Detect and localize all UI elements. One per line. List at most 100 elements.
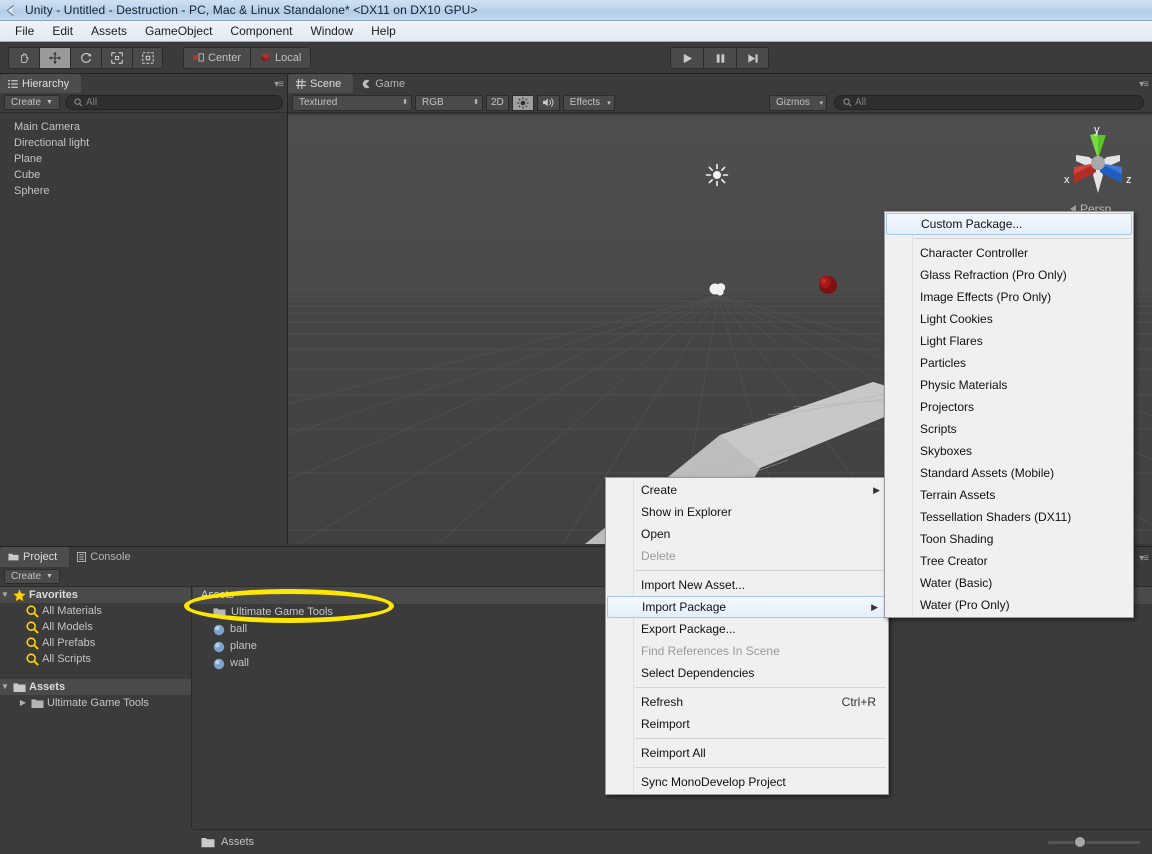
import-item-tessellation-shaders[interactable]: Tessellation Shaders (DX11)	[885, 506, 1133, 528]
context-item-show-in-explorer[interactable]: Show in Explorer	[606, 501, 888, 523]
rotate-tool-button[interactable]	[70, 46, 101, 69]
hierarchy-search-input[interactable]: All	[64, 95, 283, 110]
scene-tabrow: Scene Game ▾≡	[288, 74, 1152, 93]
gizmo-x-label: x	[1064, 174, 1070, 186]
import-item-glass-refraction[interactable]: Glass Refraction (Pro Only)	[885, 264, 1133, 286]
import-item-scripts[interactable]: Scripts	[885, 418, 1133, 440]
tab-scene[interactable]: Scene	[288, 74, 354, 93]
pause-button[interactable]	[703, 47, 736, 69]
move-tool-button[interactable]	[39, 46, 70, 69]
audio-icon	[542, 98, 554, 107]
favorite-all-prefabs[interactable]: All Prefabs	[0, 635, 191, 651]
chevron-down-icon-gizmos: ▾	[819, 99, 823, 107]
context-item-open[interactable]: Open	[606, 523, 888, 545]
context-item-sync-monodevelop-project[interactable]: Sync MonoDevelop Project	[606, 771, 888, 793]
import-item-standard-assets-mobile[interactable]: Standard Assets (Mobile)	[885, 462, 1133, 484]
import-item-tree-creator-label: Tree Creator	[920, 554, 988, 568]
slider-knob[interactable]	[1074, 836, 1086, 848]
import-item-tree-creator[interactable]: Tree Creator	[885, 550, 1133, 572]
favorite-all-scripts[interactable]: All Scripts	[0, 651, 191, 667]
context-item-reimport-all[interactable]: Reimport All	[606, 742, 888, 764]
import-separator-1	[914, 238, 1131, 239]
hierarchy-panel-menu-icon[interactable]: ▾≡	[274, 79, 284, 90]
play-button[interactable]	[670, 47, 703, 69]
import-item-skyboxes[interactable]: Skyboxes	[885, 440, 1133, 462]
color-mode-dropdown[interactable]: RGB ⬍	[415, 94, 483, 111]
import-item-water-pro-only[interactable]: Water (Pro Only)	[885, 594, 1133, 616]
toggle-2d-button[interactable]: 2D	[486, 94, 509, 111]
hierarchy-item-directional-light[interactable]: Directional light	[0, 135, 287, 151]
menu-gameobject[interactable]: GameObject	[136, 22, 221, 40]
draw-mode-dropdown[interactable]: Textured ⬍	[292, 94, 412, 111]
material-icon-ball	[213, 624, 225, 635]
scene-lighting-toggle[interactable]	[511, 94, 534, 111]
folder-icon-statusbar	[201, 837, 215, 847]
menu-help[interactable]: Help	[362, 22, 405, 40]
menu-edit[interactable]: Edit	[43, 22, 82, 40]
context-item-show-in-explorer-label: Show in Explorer	[641, 505, 732, 519]
step-button[interactable]	[736, 47, 769, 69]
tab-game[interactable]: Game	[353, 74, 418, 93]
import-item-skyboxes-label: Skyboxes	[920, 444, 973, 458]
scene-view-gizmo[interactable]: x z y Persp	[1052, 117, 1144, 222]
menu-component[interactable]: Component	[221, 22, 301, 40]
tab-project[interactable]: Project	[0, 547, 70, 567]
project-panel-menu-icon[interactable]: ▾≡	[1139, 553, 1149, 564]
scene-panel-menu-icon[interactable]: ▾≡	[1139, 79, 1149, 90]
context-item-create[interactable]: Create ▶	[606, 479, 888, 501]
context-item-select-dependencies[interactable]: Select Dependencies	[606, 662, 888, 684]
context-item-reimport[interactable]: Reimport	[606, 713, 888, 735]
gizmos-dropdown[interactable]: Gizmos ▾	[769, 94, 827, 111]
import-item-image-effects[interactable]: Image Effects (Pro Only)	[885, 286, 1133, 308]
asset-icon-size-slider[interactable]	[1048, 836, 1140, 848]
context-item-delete: Delete	[606, 545, 888, 567]
import-item-custom-package[interactable]: Custom Package...	[886, 213, 1132, 235]
import-item-projectors[interactable]: Projectors	[885, 396, 1133, 418]
scale-tool-button[interactable]	[101, 46, 132, 69]
menu-file[interactable]: File	[6, 22, 43, 40]
project-favorites-header[interactable]: ▼ Favorites	[0, 587, 191, 603]
context-item-import-new-asset[interactable]: Import New Asset...	[606, 574, 888, 596]
import-item-terrain-assets[interactable]: Terrain Assets	[885, 484, 1133, 506]
import-item-toon-shading[interactable]: Toon Shading	[885, 528, 1133, 550]
favorite-all-models[interactable]: All Models	[0, 619, 191, 635]
import-item-character-controller[interactable]: Character Controller	[885, 242, 1133, 264]
import-item-water-basic[interactable]: Water (Basic)	[885, 572, 1133, 594]
menu-window[interactable]: Window	[301, 22, 362, 40]
hierarchy-item-plane[interactable]: Plane	[0, 151, 287, 167]
import-item-light-cookies[interactable]: Light Cookies	[885, 308, 1133, 330]
star-icon	[13, 588, 26, 601]
import-item-physic-materials[interactable]: Physic Materials	[885, 374, 1133, 396]
project-create-button[interactable]: Create ▼	[4, 569, 60, 584]
hand-tool-button[interactable]	[8, 46, 39, 69]
context-item-refresh[interactable]: Refresh Ctrl+R	[606, 691, 888, 713]
context-item-import-package[interactable]: Import Package ▶	[607, 596, 887, 618]
draw-mode-label: Textured	[299, 97, 338, 108]
tab-console[interactable]: Console	[69, 547, 143, 567]
hierarchy-item-cube[interactable]: Cube	[0, 167, 287, 183]
triangle-down-icon[interactable]: ▼	[0, 587, 10, 603]
triangle-right-icon[interactable]: ▶	[18, 695, 28, 711]
import-item-light-flares[interactable]: Light Flares	[885, 330, 1133, 352]
context-item-export-package[interactable]: Export Package...	[606, 618, 888, 640]
rect-tool-button[interactable]	[132, 46, 163, 69]
color-mode-label: RGB	[422, 97, 444, 108]
import-item-projectors-label: Projectors	[920, 400, 975, 414]
hierarchy-create-button[interactable]: Create ▼	[4, 95, 60, 110]
scene-audio-toggle[interactable]	[536, 94, 560, 111]
import-item-particles[interactable]: Particles	[885, 352, 1133, 374]
tab-hierarchy[interactable]: Hierarchy	[0, 74, 82, 93]
hierarchy-item-main-camera[interactable]: Main Camera	[0, 119, 287, 135]
console-icon	[77, 552, 87, 562]
space-mode-button[interactable]: Local	[250, 46, 312, 69]
project-assets-header[interactable]: ▼ Assets	[0, 679, 191, 695]
import-item-water-basic-label: Water (Basic)	[920, 576, 993, 590]
triangle-down-icon-assets[interactable]: ▼	[0, 679, 10, 695]
hierarchy-item-sphere[interactable]: Sphere	[0, 183, 287, 199]
favorite-all-materials[interactable]: All Materials	[0, 603, 191, 619]
effects-dropdown[interactable]: Effects ▾	[562, 94, 615, 111]
menu-assets[interactable]: Assets	[82, 22, 136, 40]
pivot-mode-button[interactable]: Center	[183, 46, 251, 69]
project-tree-ultimate-game-tools[interactable]: ▶ Ultimate Game Tools	[0, 695, 191, 711]
scene-search-input[interactable]: All	[834, 95, 1144, 110]
